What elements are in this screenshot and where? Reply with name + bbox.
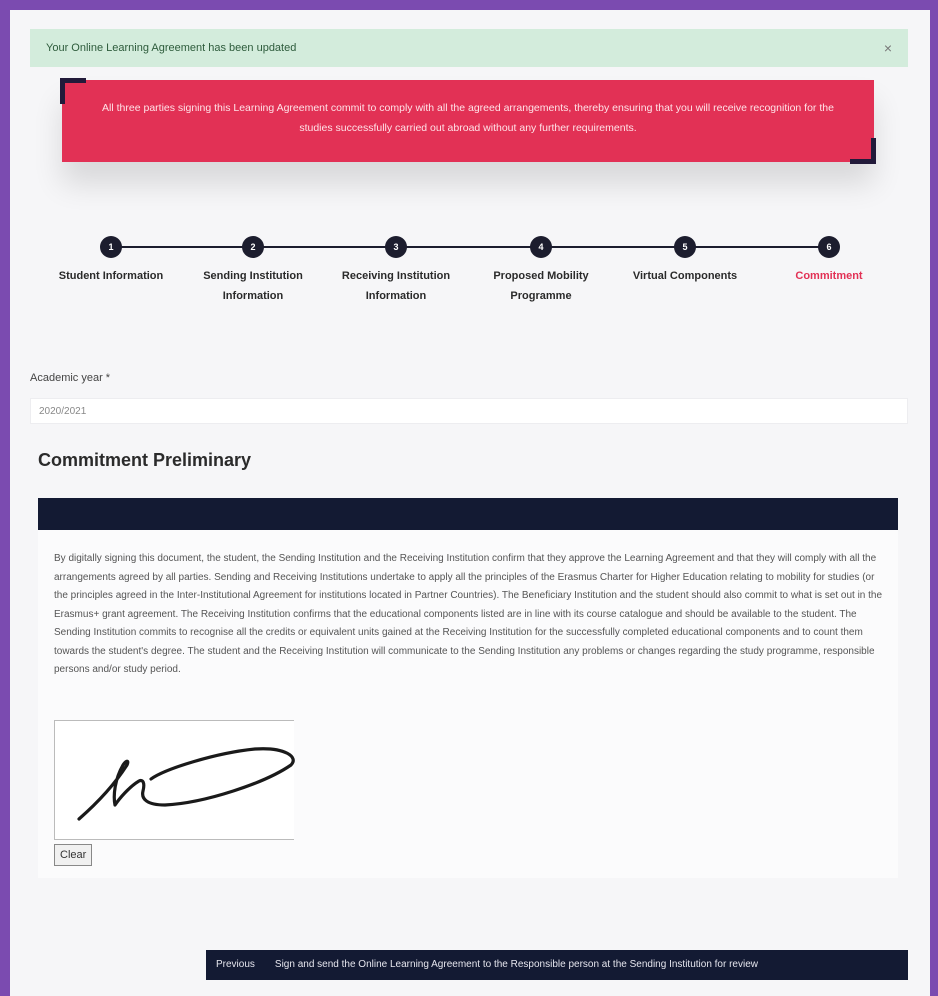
sign-and-send-button[interactable]: Sign and send the Online Learning Agreem…: [265, 950, 768, 980]
academic-year-field[interactable]: [30, 398, 908, 424]
previous-button[interactable]: Previous: [206, 950, 265, 980]
step-label: Sending Institution Information: [203, 270, 303, 302]
card-header: [38, 498, 898, 530]
signature-pad[interactable]: [54, 720, 295, 840]
commitment-banner: All three parties signing this Learning …: [60, 78, 876, 164]
step-number: 2: [242, 236, 264, 258]
step-receiving-institution[interactable]: 3 Receiving Institution Information: [321, 236, 471, 306]
academic-year-label: Academic year *: [30, 372, 111, 384]
step-label: Commitment: [795, 270, 863, 282]
signature-drawing: [77, 747, 295, 821]
commitment-banner-text: All three parties signing this Learning …: [62, 80, 874, 162]
close-icon[interactable]: ×: [884, 40, 892, 56]
step-label: Proposed Mobility Programme: [493, 270, 589, 302]
commitment-text: By digitally signing this document, the …: [54, 553, 883, 675]
step-label: Virtual Components: [632, 270, 738, 282]
banner-corner-top-left: [60, 78, 86, 104]
step-number: 1: [100, 236, 122, 258]
success-alert-message: Your Online Learning Agreement has been …: [46, 42, 297, 54]
step-number: 3: [385, 236, 407, 258]
step-student-information[interactable]: 1 Student Information: [36, 236, 186, 286]
section-title: Commitment Preliminary: [38, 450, 252, 470]
step-label: Receiving Institution Information: [341, 270, 451, 302]
step-virtual-components[interactable]: 5 Virtual Components: [610, 236, 760, 286]
step-commitment[interactable]: 6 Commitment: [754, 236, 904, 286]
step-number: 6: [818, 236, 840, 258]
progress-stepper: 1 Student Information 2 Sending Institut…: [30, 232, 910, 322]
commitment-card: By digitally signing this document, the …: [38, 498, 898, 878]
step-sending-institution[interactable]: 2 Sending Institution Information: [178, 236, 328, 306]
action-bar: Previous Sign and send the Online Learni…: [206, 950, 908, 980]
step-label: Student Information: [58, 270, 164, 282]
page-frame: Your Online Learning Agreement has been …: [10, 10, 930, 996]
banner-corner-bottom-right: [850, 138, 876, 164]
step-number: 5: [674, 236, 696, 258]
success-alert: Your Online Learning Agreement has been …: [30, 29, 908, 67]
step-number: 4: [530, 236, 552, 258]
clear-signature-button[interactable]: Clear: [54, 844, 93, 866]
step-proposed-mobility-programme[interactable]: 4 Proposed Mobility Programme: [466, 236, 616, 306]
